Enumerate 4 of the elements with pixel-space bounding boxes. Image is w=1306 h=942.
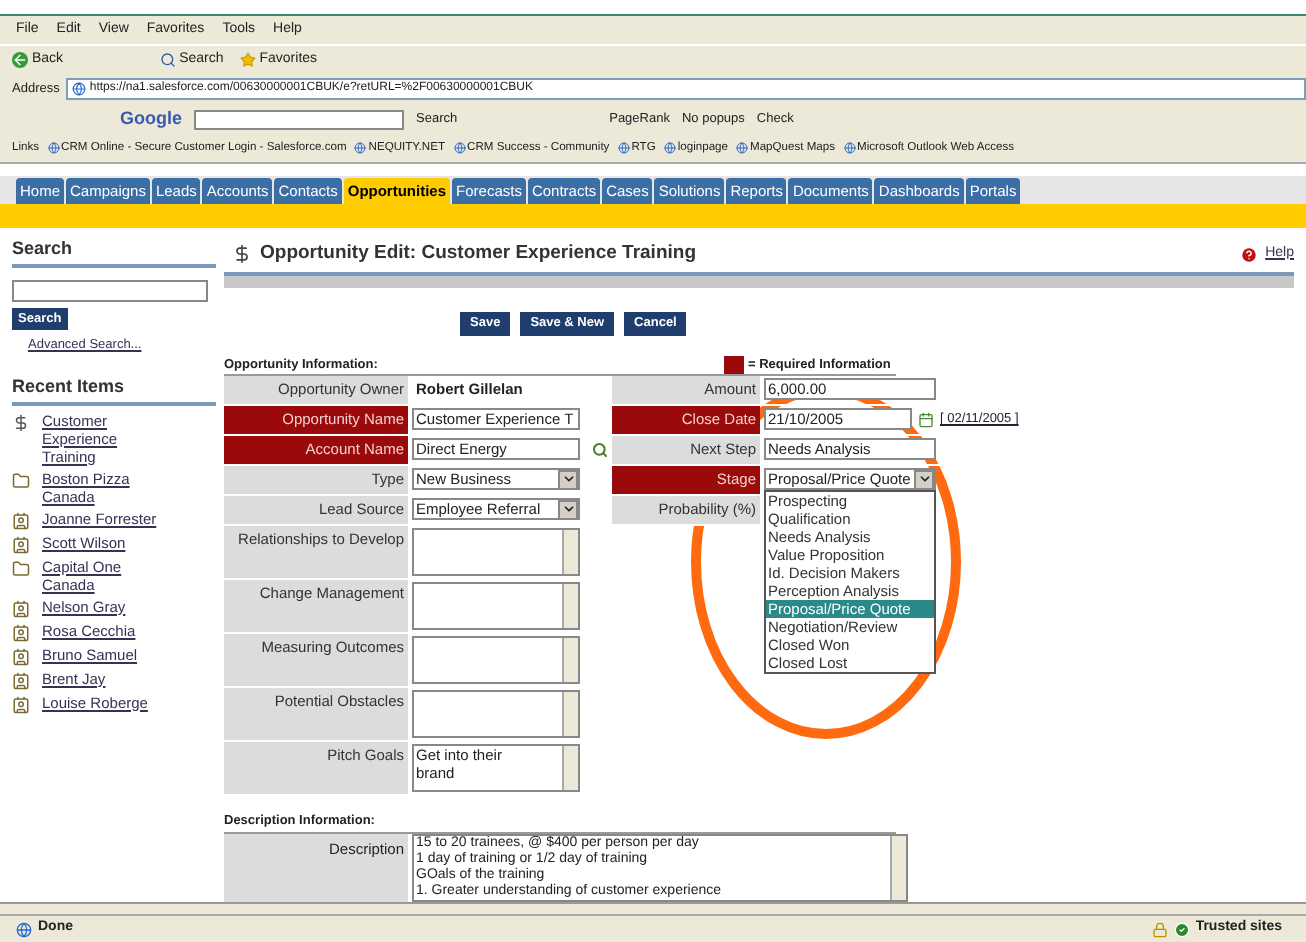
sidebar-heading: Recent Items: [12, 374, 216, 405]
sidebar-heading: Search: [12, 236, 216, 267]
google-logo[interactable]: Google: [120, 105, 182, 133]
page-title: Opportunity Edit: Customer Experience Training: [260, 240, 696, 268]
